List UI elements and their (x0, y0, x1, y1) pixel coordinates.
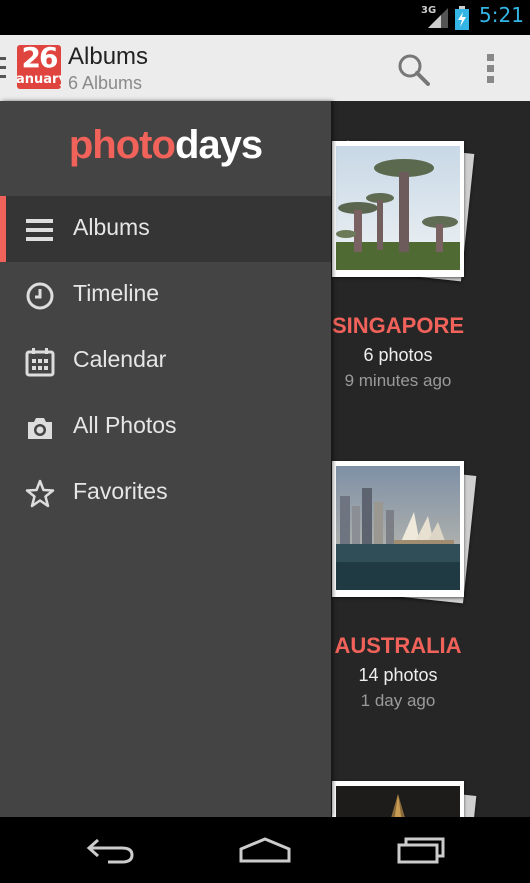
album-cover-photo (336, 786, 460, 817)
logo-part-days: days (174, 123, 263, 167)
album-cover-photo (336, 466, 460, 590)
home-icon[interactable] (238, 835, 292, 865)
battery-charging-icon (455, 6, 469, 30)
drawer-item-label: All Photos (73, 412, 177, 438)
active-indicator (0, 196, 6, 262)
clock-time: 5:21 (479, 3, 524, 27)
recents-icon[interactable] (396, 835, 446, 865)
status-bar: 3G 5:21 (0, 0, 530, 35)
overflow-menu-icon[interactable] (487, 54, 494, 87)
list-icon (26, 219, 53, 241)
drawer-indicator-icon[interactable] (0, 57, 6, 79)
page-subtitle: 6 Albums (68, 73, 143, 93)
page-title: Albums (68, 43, 149, 70)
star-icon (25, 479, 55, 508)
drawer-item-calendar[interactable]: Calendar (0, 328, 331, 394)
drawer-item-label: Calendar (73, 346, 167, 372)
drawer-item-label: Favorites (73, 478, 168, 504)
app-icon[interactable]: 26 anuary (17, 45, 61, 89)
system-navigation-bar (0, 817, 530, 883)
navigation-drawer: photodays Albums Timeline Calendar All P… (0, 101, 331, 817)
camera-icon (28, 418, 52, 439)
app-icon-month: anuary (17, 72, 61, 87)
signal-icon (428, 8, 448, 28)
drawer-item-timeline[interactable]: Timeline (0, 262, 331, 328)
app-icon-day: 26 (21, 45, 59, 74)
back-icon[interactable] (86, 836, 136, 866)
drawer-item-label: Timeline (73, 280, 160, 306)
drawer-item-albums[interactable]: Albums (0, 196, 331, 262)
calendar-icon (25, 348, 55, 377)
logo-part-photo: photo (68, 123, 176, 167)
drawer-item-all-photos[interactable]: All Photos (0, 394, 331, 460)
action-bar: 26 anuary Albums 6 Albums (0, 35, 530, 102)
album-cover-photo (336, 146, 460, 270)
app-logo: photodays (0, 123, 331, 168)
drawer-item-label: Albums (73, 214, 150, 240)
search-icon[interactable] (396, 52, 432, 88)
clock-icon (26, 282, 54, 310)
drawer-item-favorites[interactable]: Favorites (0, 460, 331, 526)
